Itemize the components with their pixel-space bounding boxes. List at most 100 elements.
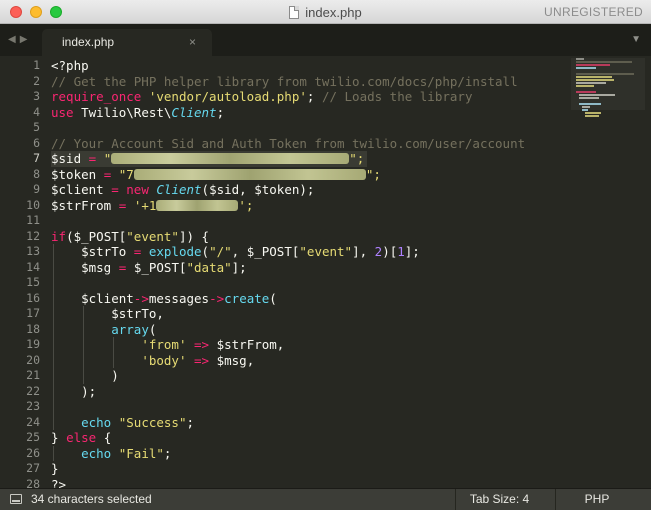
code-string: "7 [118,166,134,182]
code-string: 'body' [141,352,187,368]
code-operator: = [133,244,142,259]
code-variable: $msg, [216,352,255,368]
code-line: ); [51,383,571,399]
minimap-line [585,112,601,114]
code-function: create [224,290,270,306]
code-line: <?php [51,58,571,74]
tab-index-php[interactable]: index.php × [42,29,212,56]
code-variable: $client [81,290,134,306]
code-line [51,275,571,291]
code-variable: $strTo [81,244,127,259]
line-number: 6 [33,135,40,150]
indent-guide [113,337,114,353]
forward-arrow-icon[interactable]: ▶ [20,34,32,45]
code-line: echo "Success"; [51,414,571,430]
code-token: ($sid, $token); [201,182,315,197]
line-number: 22 [26,383,40,398]
redacted-text [156,199,239,211]
code-string: "event" [299,244,353,259]
code-keyword: else [66,430,97,445]
minimap-line [579,103,601,105]
code-token: Twilio\Rest\ [81,104,172,120]
tab-navigation: ◀▶ [8,24,31,56]
indent-guide [113,352,114,368]
line-number: 21 [26,368,40,382]
code-class: Client [171,104,217,120]
code-variable: $client [51,182,104,197]
tab-close-icon[interactable]: × [189,29,196,56]
code-editor[interactable]: <?php // Get the PHP helper library from… [51,58,571,492]
code-string: "data" [186,259,232,275]
panel-toggle-icon[interactable] [10,494,22,504]
back-arrow-icon[interactable]: ◀ [8,34,20,45]
code-comment: // Your Account Sid and Auth Token from … [51,135,526,151]
indent-guide [53,368,54,384]
code-string: "Fail" [118,445,164,461]
code-keyword: use [51,104,74,120]
indent-guide [53,259,54,275]
code-token: ]; [404,244,420,259]
tab-size-selector[interactable]: Tab Size: 4 [455,489,544,510]
line-number: 3 [33,89,40,103]
code-line-active: $sid = " "; [51,151,571,167]
code-variable: $strFrom [51,197,112,213]
indent-guide [53,383,54,399]
code-token: ) [111,368,119,383]
code-string: "; [365,166,381,182]
code-token: ; [186,414,195,430]
line-number: 16 [26,290,40,305]
indent-guide [83,321,84,337]
selection-status: 34 characters selected [31,492,152,506]
code-string: "/" [209,244,232,259]
code-line: // Your Account Sid and Auth Token from … [51,136,571,152]
code-function: echo [81,414,112,430]
editor-window: index.php UNREGISTERED ◀▶ index.php × ▼ … [0,0,651,510]
line-number: 12 [26,228,40,243]
code-token: ($_POST[ [66,228,127,244]
code-operator: = [103,166,112,182]
code-string: "Success" [118,414,187,430]
indent-guide [83,337,84,353]
code-line: $strFrom = '+1 '; [51,198,571,214]
syntax-selector[interactable]: PHP [555,489,639,510]
indent-guide [53,290,54,306]
minimap-line [576,76,612,78]
line-number: 5 [33,120,40,134]
line-number: 15 [26,275,40,289]
code-token: ; [306,89,315,104]
minimap-line [576,67,596,69]
code-string: "event" [126,228,179,244]
tab-label: index.php [62,35,115,49]
code-operator: -> [209,290,225,306]
indent-guide [53,445,54,461]
indent-guide [53,399,54,415]
minimap[interactable] [576,58,642,118]
line-number: 25 [26,430,40,444]
code-property: messages [148,290,210,306]
code-line [51,399,571,415]
minimap-line [579,97,599,99]
code-token: ], [352,244,375,259]
code-token: ); [81,383,97,399]
minimap-line [579,94,615,96]
code-line: ) [51,368,571,384]
line-number: 23 [26,399,40,413]
code-operator: -> [133,290,149,306]
code-number: 1 [397,244,405,259]
code-token: } [51,430,67,445]
document-icon [289,5,300,19]
code-keyword: require_once [51,89,142,104]
line-number: 10 [26,197,40,212]
code-line: $msg = $_POST["data"]; [51,259,571,275]
line-number: 19 [26,337,40,351]
indent-guide [53,244,54,260]
code-function: echo [81,445,112,461]
tab-dropdown-icon[interactable]: ▼ [631,24,641,56]
registration-status: UNREGISTERED [544,5,643,19]
code-token: ; [216,104,225,120]
indent-guide [53,321,54,337]
code-keyword: new [126,182,149,197]
redacted-text [133,168,366,180]
code-string: 'vendor/autoload.php' [148,89,307,104]
indent-guide [53,275,54,291]
